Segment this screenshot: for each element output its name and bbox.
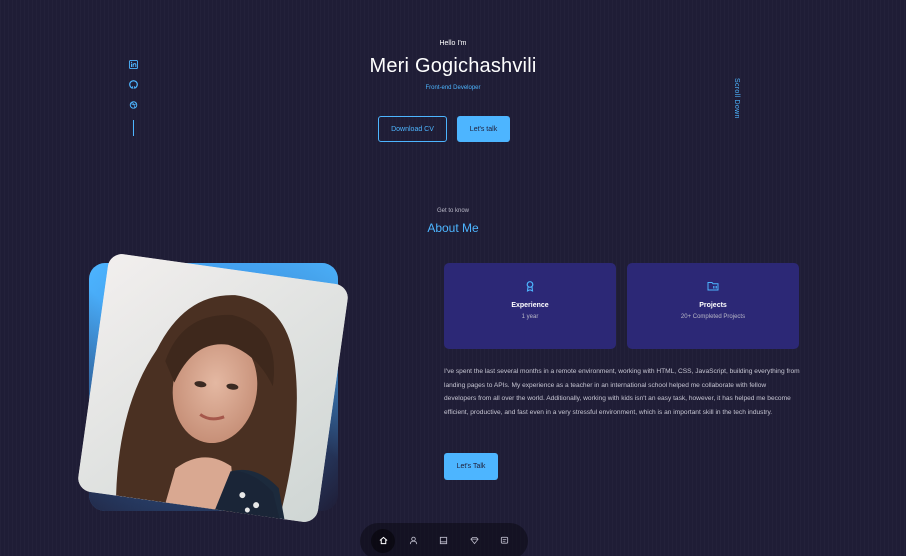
dribbble-icon[interactable]: [127, 98, 139, 110]
projects-card[interactable]: Projects 20+ Completed Projects: [627, 263, 799, 349]
about-bio: I've spent the last several months in a …: [444, 368, 800, 416]
nav-home[interactable]: [371, 529, 396, 553]
social-divider-line: [132, 120, 134, 136]
about-title: About Me: [427, 221, 479, 235]
home-icon: [379, 532, 388, 550]
hero-name: Meri Gogichashvili: [369, 55, 537, 77]
book-icon: [439, 532, 448, 550]
nav-contact[interactable]: [493, 529, 517, 553]
projects-card-title: Projects: [699, 302, 727, 309]
folder-icon: [707, 279, 719, 291]
message-icon: [500, 532, 509, 550]
experience-card-title: Experience: [511, 302, 549, 309]
about-subtitle: Get to know: [436, 208, 469, 214]
award-icon: [524, 279, 536, 292]
lets-talk-button[interactable]: Let's talk: [457, 116, 510, 142]
nav-about[interactable]: [402, 529, 426, 553]
services-icon: [470, 532, 479, 550]
hero-role: Front-end Developer: [425, 85, 481, 91]
experience-card-value: 1 year: [521, 314, 539, 320]
lets-talk-cta-button[interactable]: Let's Talk: [444, 453, 498, 480]
projects-card-value: 20+ Completed Projects: [680, 314, 746, 320]
bottom-nav: [360, 523, 528, 556]
download-cv-button[interactable]: Download CV: [378, 116, 447, 142]
experience-card[interactable]: Experience 1 year: [444, 263, 616, 349]
user-icon: [409, 532, 418, 550]
nav-services[interactable]: [462, 529, 486, 553]
hero-greeting: Hello I'm: [439, 40, 467, 47]
nav-experience[interactable]: [432, 529, 456, 553]
profile-photo: [76, 252, 350, 524]
